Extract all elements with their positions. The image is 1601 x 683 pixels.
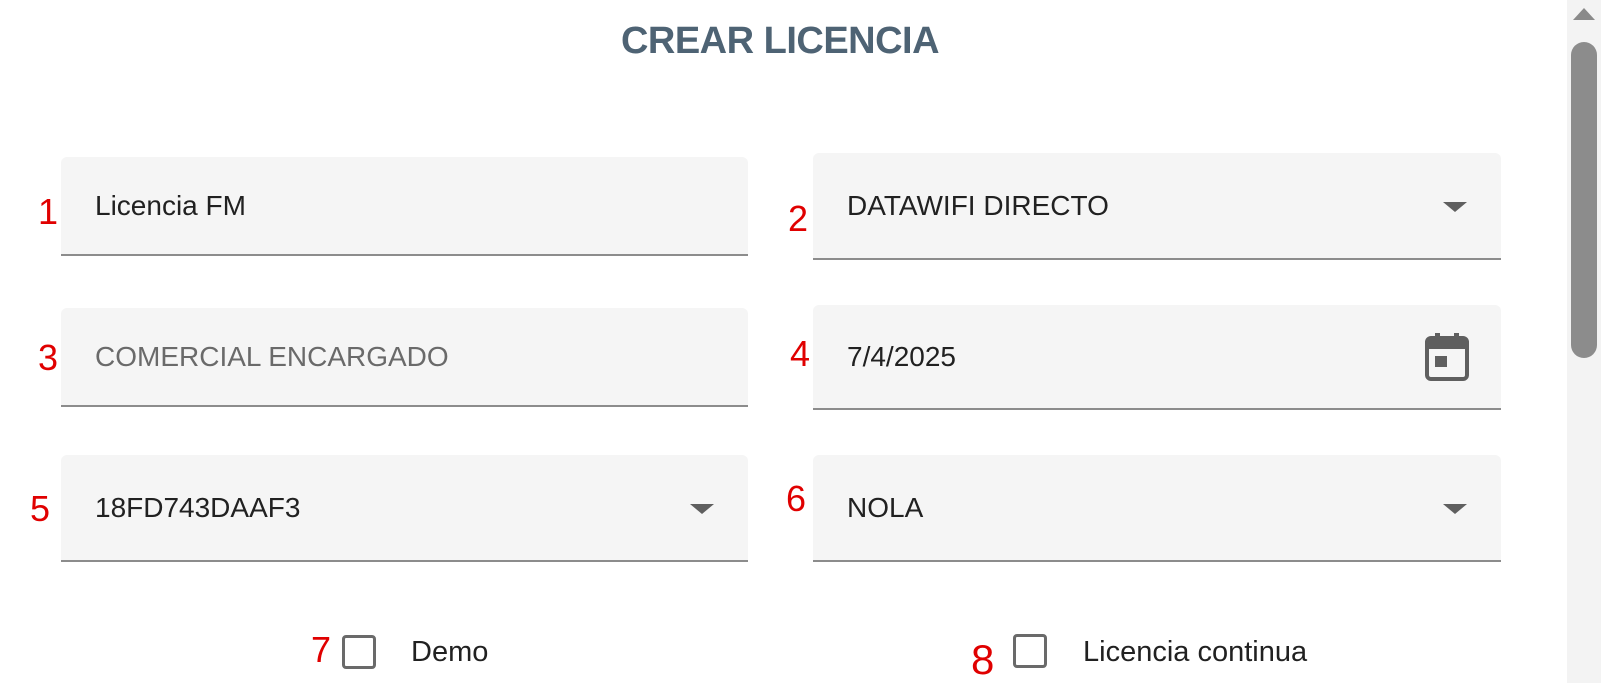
- demo-label: Demo: [411, 636, 489, 668]
- annotation-8: 8: [971, 636, 995, 683]
- chevron-down-icon: [690, 503, 714, 514]
- annotation-5: 5: [30, 488, 51, 529]
- license-name-value: Licencia FM: [95, 189, 246, 221]
- page-title: CREAR LICENCIA: [620, 20, 940, 62]
- product-value: NOLA: [847, 491, 924, 523]
- date-input[interactable]: 7/4/2025: [813, 305, 1501, 410]
- demo-checkbox[interactable]: [342, 635, 376, 669]
- product-select[interactable]: NOLA: [813, 455, 1501, 562]
- continuous-license-checkbox[interactable]: [1013, 634, 1047, 668]
- commercial-input[interactable]: COMERCIAL ENCARGADO: [61, 308, 748, 407]
- date-value: 7/4/2025: [847, 340, 956, 372]
- license-name-input[interactable]: Licencia FM: [61, 157, 748, 256]
- commercial-placeholder: COMERCIAL ENCARGADO: [95, 340, 449, 372]
- distributor-value: DATAWIFI DIRECTO: [847, 189, 1109, 221]
- device-select[interactable]: 18FD743DAAF3: [61, 455, 748, 562]
- annotation-2: 2: [788, 198, 809, 239]
- annotation-1: 1: [38, 191, 59, 232]
- annotation-3: 3: [38, 337, 59, 378]
- continuous-license-label: Licencia continua: [1083, 636, 1308, 668]
- annotation-4: 4: [790, 333, 811, 374]
- chevron-down-icon: [1443, 503, 1467, 514]
- annotation-7: 7: [311, 629, 332, 670]
- calendar-icon[interactable]: [1425, 332, 1469, 381]
- chevron-down-icon: [1443, 201, 1467, 212]
- device-value: 18FD743DAAF3: [95, 491, 301, 523]
- scroll-up-arrow-icon[interactable]: [1573, 8, 1595, 20]
- scrollbar-thumb[interactable]: [1571, 42, 1597, 358]
- annotation-6: 6: [786, 478, 807, 519]
- distributor-select[interactable]: DATAWIFI DIRECTO: [813, 153, 1501, 260]
- vertical-scrollbar[interactable]: [1567, 0, 1601, 683]
